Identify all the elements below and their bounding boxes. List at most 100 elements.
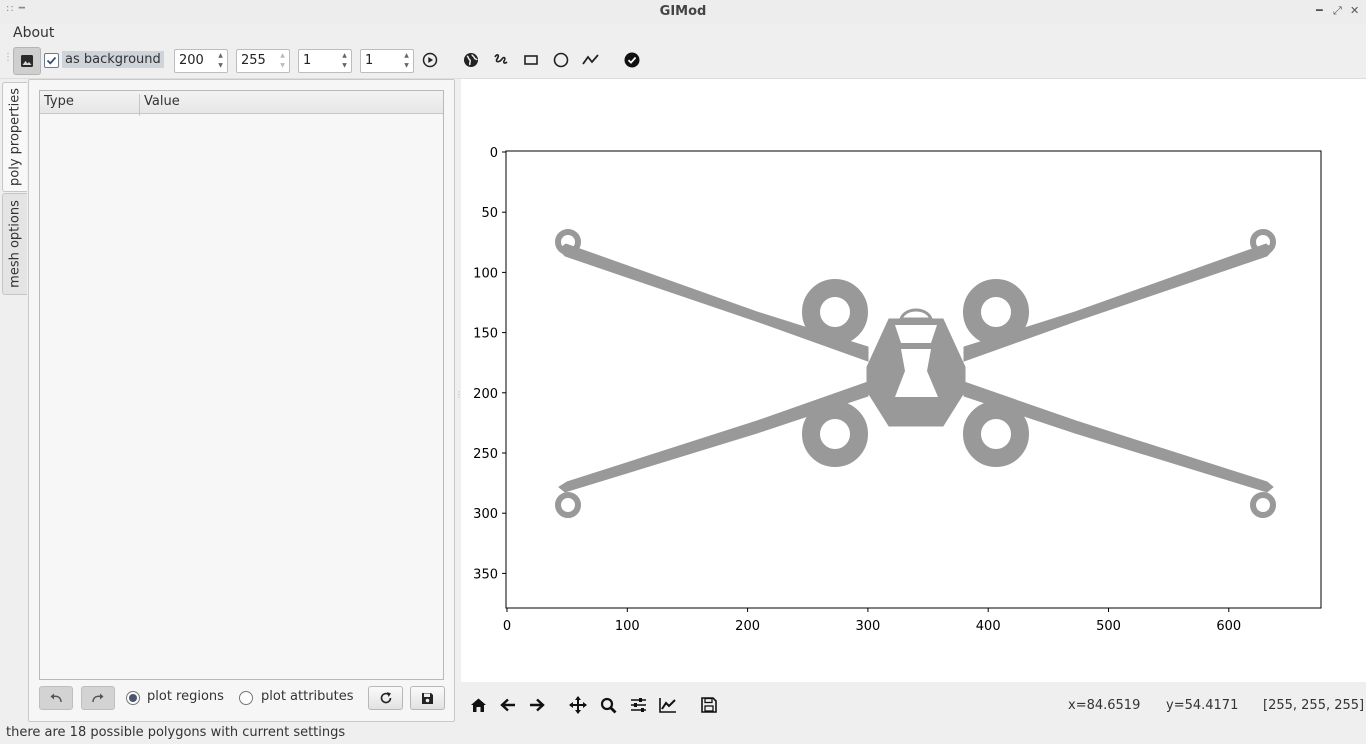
y-tick-label: 150	[473, 327, 498, 342]
close-icon[interactable]: ✕	[1350, 4, 1359, 17]
engine-ul	[802, 279, 868, 345]
background-checkbox[interactable]	[44, 53, 59, 68]
zoom-button[interactable]	[598, 695, 618, 715]
minimize-icon[interactable]: ━	[1316, 4, 1323, 17]
forward-icon	[530, 698, 545, 712]
pan-icon	[569, 696, 587, 714]
side-tabs: poly properties mesh options	[0, 78, 28, 724]
freehand-button[interactable]	[488, 47, 514, 73]
plot-regions-radio[interactable]	[126, 691, 140, 705]
threshold-low-spinbox[interactable]: ▲▼	[174, 49, 228, 73]
x-tick-label: 400	[976, 619, 1001, 634]
polyline-button[interactable]	[578, 47, 604, 73]
edit-curve-icon	[659, 698, 676, 713]
background-checkbox-label[interactable]: as background	[62, 51, 164, 68]
plot-canvas[interactable]: 0 100 200 300 400 500 600 0 50 100 150 200 250 300 35…	[461, 79, 1366, 682]
plot-regions-label[interactable]: plot regions	[147, 689, 224, 704]
configure-icon	[630, 698, 646, 712]
refresh-button[interactable]	[368, 686, 403, 710]
image-icon	[21, 55, 33, 67]
back-button[interactable]	[498, 695, 518, 715]
polyline-icon	[582, 54, 599, 65]
param-3-spinbox[interactable]: ▲▼	[298, 49, 352, 73]
spin-arrows-icon[interactable]: ▲ ▼	[339, 51, 350, 71]
globe-icon	[464, 53, 478, 67]
rectangle-button[interactable]	[518, 47, 544, 73]
window-title: GIMod	[659, 4, 707, 19]
save-figure-icon	[701, 697, 717, 713]
save-figure-button[interactable]	[699, 695, 719, 715]
window-titlebar: :: ━ GIMod ━ ⤢ ✕	[0, 0, 1366, 25]
y-axis-ticks: 0 50 100 150 200 250 300 350	[473, 146, 506, 582]
column-separator[interactable]	[139, 94, 140, 116]
image-button[interactable]	[13, 47, 41, 75]
plot-attributes-radio[interactable]	[239, 691, 253, 705]
y-tick-label: 50	[481, 206, 498, 221]
world-button[interactable]	[458, 47, 484, 73]
circle-button[interactable]	[548, 47, 574, 73]
x-tick-label: 0	[503, 619, 511, 634]
toolbar: ⋮ as background ▲▼ ▲▼ ▲▼ ▲▼	[0, 44, 1366, 79]
spin-arrows-icon[interactable]: ▲ ▼	[277, 51, 288, 71]
rectangle-icon	[524, 55, 538, 65]
wing-lower-left	[558, 381, 869, 493]
circle-icon	[553, 52, 569, 68]
spin-arrows-icon[interactable]: ▲ ▼	[215, 51, 226, 71]
configure-subplots-button[interactable]	[628, 695, 648, 715]
wingtip-ur	[1250, 229, 1276, 255]
param-4-spinbox[interactable]: ▲▼	[360, 49, 414, 73]
wingtip-lr	[1250, 492, 1276, 518]
wingtip-ll	[555, 492, 581, 518]
play-icon	[422, 52, 438, 68]
redo-icon	[92, 693, 104, 703]
engine-lr	[963, 401, 1029, 467]
tab-poly-properties[interactable]: poly properties	[2, 82, 27, 192]
refresh-icon	[380, 692, 391, 704]
cursor-y-readout: y=54.4171	[1166, 698, 1239, 713]
y-tick-label: 200	[473, 387, 498, 402]
cursor-x-readout: x=84.6519	[1068, 698, 1141, 713]
image-plot[interactable]: 0 100 200 300 400 500 600 0 50 100 150 200 250 300 35…	[461, 79, 1366, 682]
menu-about[interactable]: About	[13, 25, 54, 41]
properties-table[interactable]: Type Value	[39, 90, 444, 680]
edit-curves-button[interactable]	[658, 695, 678, 715]
spin-arrows-icon[interactable]: ▲ ▼	[401, 51, 412, 71]
zoom-icon	[600, 697, 616, 713]
wing-lower-right	[963, 381, 1274, 493]
x-tick-label: 500	[1096, 619, 1121, 634]
apply-button[interactable]	[619, 47, 645, 73]
poly-properties-panel: Type Value plot regions plot attributes	[28, 79, 455, 722]
x-tick-label: 100	[615, 619, 640, 634]
redo-button[interactable]	[81, 686, 115, 710]
undo-button[interactable]	[39, 686, 73, 710]
y-tick-label: 100	[473, 266, 498, 281]
y-tick-label: 0	[490, 146, 498, 161]
checkmark-icon	[46, 56, 57, 65]
splitter-handle[interactable]: ⋮	[455, 390, 463, 404]
threshold-high-spinbox[interactable]: ▲▼	[236, 49, 290, 73]
back-icon	[500, 698, 515, 712]
tab-mesh-options-label: mesh options	[7, 200, 23, 288]
column-header-value[interactable]: Value	[144, 94, 180, 109]
tab-mesh-options[interactable]: mesh options	[2, 193, 27, 295]
pan-button[interactable]	[568, 695, 588, 715]
column-header-type[interactable]: Type	[44, 94, 74, 109]
check-circle-icon	[624, 52, 640, 68]
toolbar-grip-icon: ⋮	[3, 52, 13, 63]
plot-attributes-label[interactable]: plot attributes	[261, 689, 354, 704]
x-tick-label: 200	[735, 619, 760, 634]
restore-icon[interactable]: ⤢	[1333, 4, 1342, 18]
x-axis-ticks: 0 100 200 300 400 500 600	[503, 608, 1241, 634]
forward-button[interactable]	[527, 695, 547, 715]
tab-poly-properties-label: poly properties	[7, 88, 23, 186]
y-tick-label: 300	[473, 507, 498, 522]
plot-navigation-toolbar: x=84.6519 y=54.4171 [255, 255, 255]	[461, 682, 1366, 724]
wingtip-ul	[555, 229, 581, 255]
table-header: Type Value	[40, 91, 443, 116]
save-polygons-button[interactable]	[410, 686, 445, 710]
menubar: About	[0, 24, 1366, 44]
home-button[interactable]	[468, 695, 488, 715]
run-button[interactable]	[417, 47, 443, 73]
y-tick-label: 350	[473, 567, 498, 582]
cockpit-dome	[898, 308, 934, 321]
